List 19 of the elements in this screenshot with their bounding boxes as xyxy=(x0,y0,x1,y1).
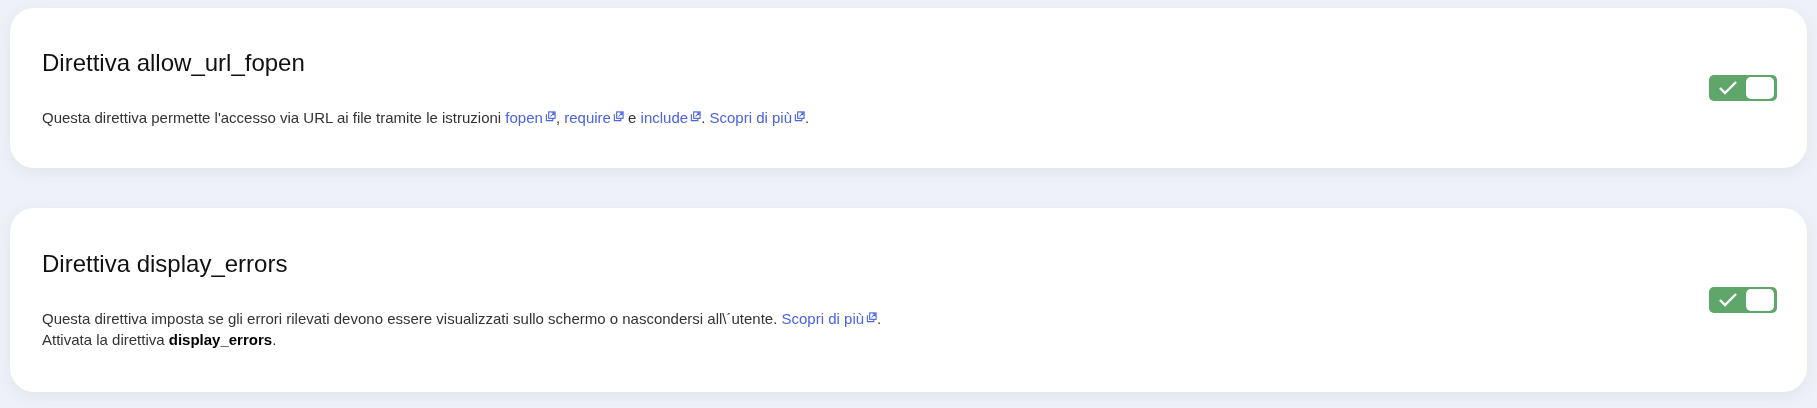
link[interactable]: require xyxy=(564,108,624,126)
external-link-icon xyxy=(866,312,878,323)
external-link-icon xyxy=(794,110,806,122)
toggle-switch[interactable] xyxy=(1709,75,1777,101)
directive-title: Direttiva allow_url_fopen xyxy=(42,48,306,77)
directive-description: Questa direttiva imposta se gli errori rilevati devono essere visualizzati sullo schermo o nascondersi all\´utente. Scopri di più . xyxy=(42,309,883,329)
link[interactable]: fopen xyxy=(505,108,556,126)
toggle-switch[interactable] xyxy=(1709,287,1777,313)
link[interactable]: Scopri di più xyxy=(709,108,806,126)
directive-title: Direttiva display_errors xyxy=(42,250,289,278)
checkmark-icon xyxy=(1718,80,1738,96)
link[interactable]: include xyxy=(640,108,702,126)
link[interactable]: Scopri di più xyxy=(781,310,878,327)
external-link-icon xyxy=(612,110,624,122)
checkmark-icon xyxy=(1718,292,1738,308)
directive-description: Attivata la direttiva display_errors. xyxy=(42,330,278,350)
external-link-icon xyxy=(690,110,702,122)
directive-description: Questa direttiva permette l'accesso via URL ai file tramite le istruzioni fopen , require e include . Scopri di più . xyxy=(42,107,811,128)
external-link-icon xyxy=(544,110,556,122)
